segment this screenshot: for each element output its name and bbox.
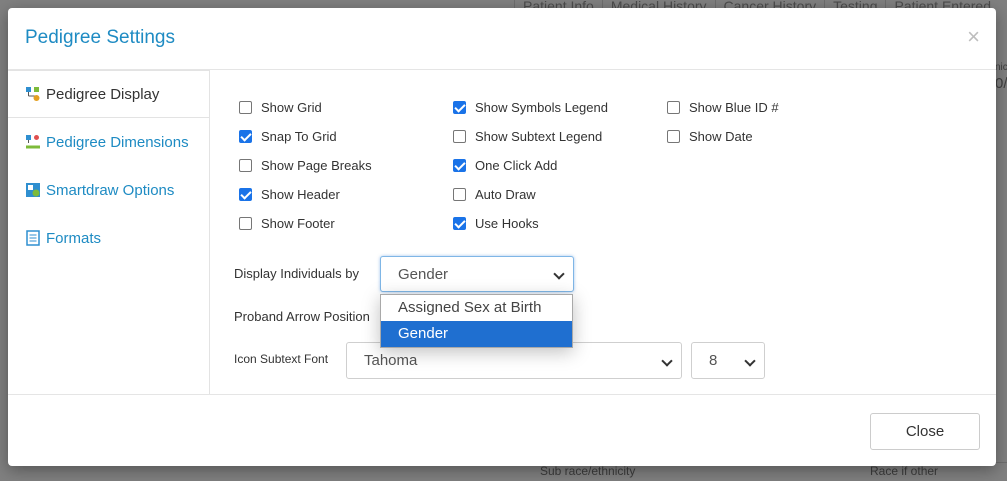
icon-subtext-font-label: Icon Subtext Font <box>234 352 329 366</box>
sidebar-item-label: Pedigree Display <box>46 85 160 103</box>
label-show-footer: Show Footer <box>261 216 335 231</box>
label-show-symbols-legend: Show Symbols Legend <box>475 100 608 115</box>
option-show-grid[interactable]: Show Grid <box>239 100 322 115</box>
sidebar-item-pedigree-dimensions[interactable]: Pedigree Dimensions <box>8 118 209 166</box>
option-show-footer[interactable]: Show Footer <box>239 216 335 231</box>
chevron-down-icon <box>661 354 673 367</box>
smartdraw-options-icon <box>26 183 40 197</box>
display-individuals-dropdown: Assigned Sex at Birth Gender <box>380 294 573 348</box>
icon-subtext-size-select[interactable]: 8 <box>691 342 765 379</box>
chevron-down-icon <box>744 354 756 367</box>
display-individuals-label: Display Individuals by <box>234 266 360 281</box>
sidebar-item-label: Formats <box>46 229 102 247</box>
label-show-grid: Show Grid <box>261 100 322 115</box>
checkbox-show-page-breaks[interactable] <box>239 159 252 172</box>
display-individuals-select[interactable]: Gender <box>380 256 574 292</box>
option-show-symbols-legend[interactable]: Show Symbols Legend <box>453 100 608 115</box>
checkbox-show-date[interactable] <box>667 130 680 143</box>
checkbox-show-subtext-legend[interactable] <box>453 130 466 143</box>
settings-sidebar: Pedigree Display Pedigree Dimensions Sma… <box>8 70 210 394</box>
label-show-subtext-legend: Show Subtext Legend <box>475 129 603 144</box>
checkbox-auto-draw[interactable] <box>453 188 466 201</box>
label-use-hooks: Use Hooks <box>475 216 539 231</box>
proband-arrow-label: Proband Arrow Position <box>234 309 370 324</box>
dropdown-option-assigned-sex[interactable]: Assigned Sex at Birth <box>381 295 572 321</box>
checkbox-show-header[interactable] <box>239 188 252 201</box>
option-show-subtext-legend[interactable]: Show Subtext Legend <box>453 129 602 144</box>
icon-subtext-size-value: 8 <box>709 352 718 369</box>
label-show-header: Show Header <box>261 187 340 202</box>
option-auto-draw[interactable]: Auto Draw <box>453 187 536 202</box>
sidebar-item-label: Pedigree Dimensions <box>46 133 189 151</box>
label-one-click-add: One Click Add <box>475 158 558 173</box>
option-snap-to-grid[interactable]: Snap To Grid <box>239 129 337 144</box>
label-auto-draw: Auto Draw <box>475 187 536 202</box>
checkbox-show-grid[interactable] <box>239 101 252 114</box>
close-button[interactable]: Close <box>870 413 980 450</box>
option-show-date[interactable]: Show Date <box>667 129 753 144</box>
label-show-date: Show Date <box>689 129 753 144</box>
formats-icon <box>26 230 40 246</box>
icon-subtext-font-value: Tahoma <box>364 352 418 369</box>
checkbox-use-hooks[interactable] <box>453 217 466 230</box>
pedigree-settings-modal: Pedigree Settings × Pedigree Display Ped… <box>8 8 996 466</box>
pedigree-dimensions-icon <box>26 135 40 149</box>
checkbox-show-footer[interactable] <box>239 217 252 230</box>
sidebar-item-pedigree-display[interactable]: Pedigree Display <box>8 70 209 118</box>
pedigree-display-icon <box>26 87 40 101</box>
sidebar-item-formats[interactable]: Formats <box>8 214 209 262</box>
modal-header: Pedigree Settings × <box>8 8 996 70</box>
modal-title: Pedigree Settings <box>25 27 175 48</box>
option-use-hooks[interactable]: Use Hooks <box>453 216 539 231</box>
option-show-page-breaks[interactable]: Show Page Breaks <box>239 158 372 173</box>
option-one-click-add[interactable]: One Click Add <box>453 158 557 173</box>
pedigree-display-panel: Show Grid Snap To Grid Show Page Breaks … <box>210 70 996 394</box>
checkbox-one-click-add[interactable] <box>453 159 466 172</box>
modal-footer: Close <box>8 394 996 466</box>
label-show-blue-id: Show Blue ID # <box>689 100 779 115</box>
sidebar-item-label: Smartdraw Options <box>46 181 175 199</box>
dropdown-option-gender[interactable]: Gender <box>381 321 572 347</box>
checkbox-show-symbols-legend[interactable] <box>453 101 466 114</box>
chevron-down-icon <box>553 268 565 280</box>
display-individuals-value: Gender <box>398 265 449 283</box>
label-show-page-breaks: Show Page Breaks <box>261 158 372 173</box>
close-icon[interactable]: × <box>967 26 980 48</box>
sidebar-item-smartdraw-options[interactable]: Smartdraw Options <box>8 166 209 214</box>
checkbox-show-blue-id[interactable] <box>667 101 680 114</box>
label-snap-to-grid: Snap To Grid <box>261 129 337 144</box>
checkbox-snap-to-grid[interactable] <box>239 130 252 143</box>
option-show-header[interactable]: Show Header <box>239 187 340 202</box>
option-show-blue-id[interactable]: Show Blue ID # <box>667 100 779 115</box>
